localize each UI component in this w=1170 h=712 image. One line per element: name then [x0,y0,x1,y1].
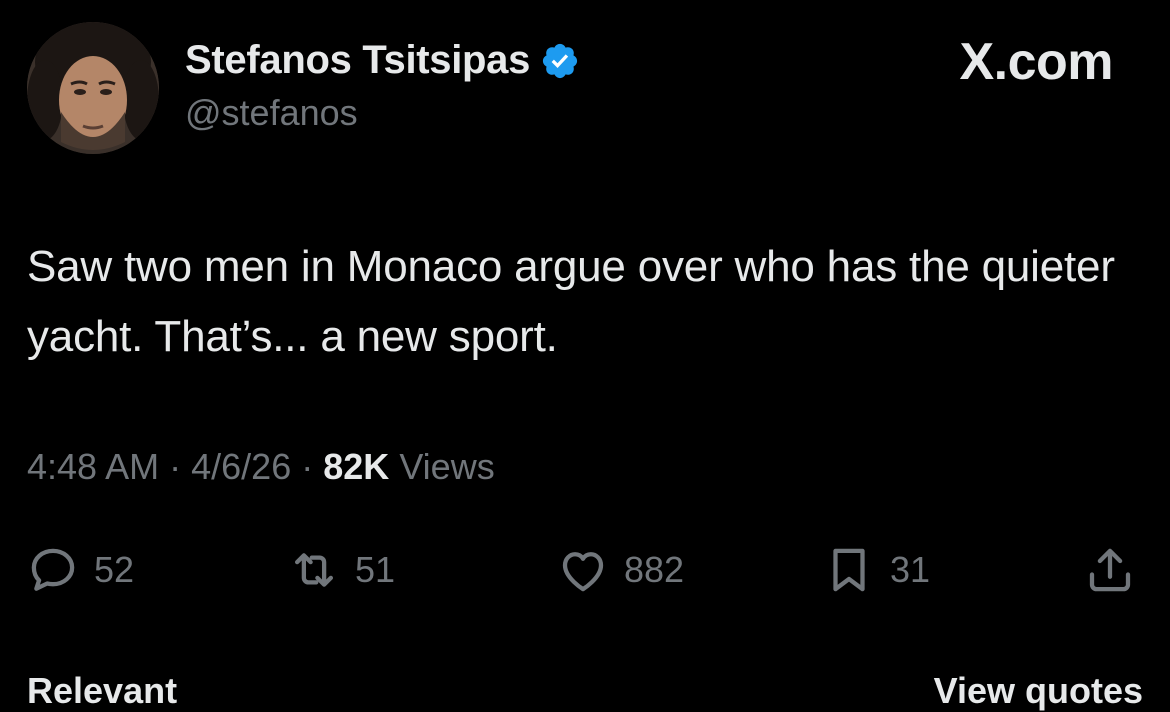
verified-badge-icon [542,43,578,78]
like-button[interactable]: 882 [556,543,684,597]
author-handle[interactable]: @stefanos [185,92,358,134]
author-name-row[interactable]: Stefanos Tsitsipas [185,38,580,83]
views-label: Views [399,446,495,487]
repost-button[interactable]: 51 [287,543,395,597]
share-button[interactable] [1083,543,1137,597]
view-quotes-link[interactable]: View quotes [934,670,1143,712]
like-icon [562,552,604,592]
meta-separator: · [301,446,314,487]
meta-separator: · [169,446,182,487]
reply-button[interactable]: 52 [26,543,134,597]
bookmark-button[interactable]: 31 [822,543,930,597]
repost-count: 51 [355,549,396,590]
replies-sort-dropdown[interactable]: Relevant [27,670,177,712]
brand-watermark: X.com [959,33,1113,91]
bookmark-icon [833,548,865,592]
bookmark-count: 31 [890,549,931,590]
like-count: 882 [624,549,685,590]
author-display-name[interactable]: Stefanos Tsitsipas [185,38,530,83]
tweet-date[interactable]: 4/6/26 [191,446,291,487]
avatar[interactable] [27,22,159,154]
tweet-text: Saw two men in Monaco argue over who has… [27,242,1115,361]
share-icon [1089,548,1131,592]
repost-icon [294,553,334,587]
reply-icon [31,548,75,591]
avatar-image [27,22,159,154]
reply-count: 52 [94,549,135,590]
tweet-meta: 4:48 AM · 4/6/26 · 82K Views [27,446,495,488]
views-count: 82K [323,446,390,487]
tweet-time[interactable]: 4:48 AM [27,446,159,487]
